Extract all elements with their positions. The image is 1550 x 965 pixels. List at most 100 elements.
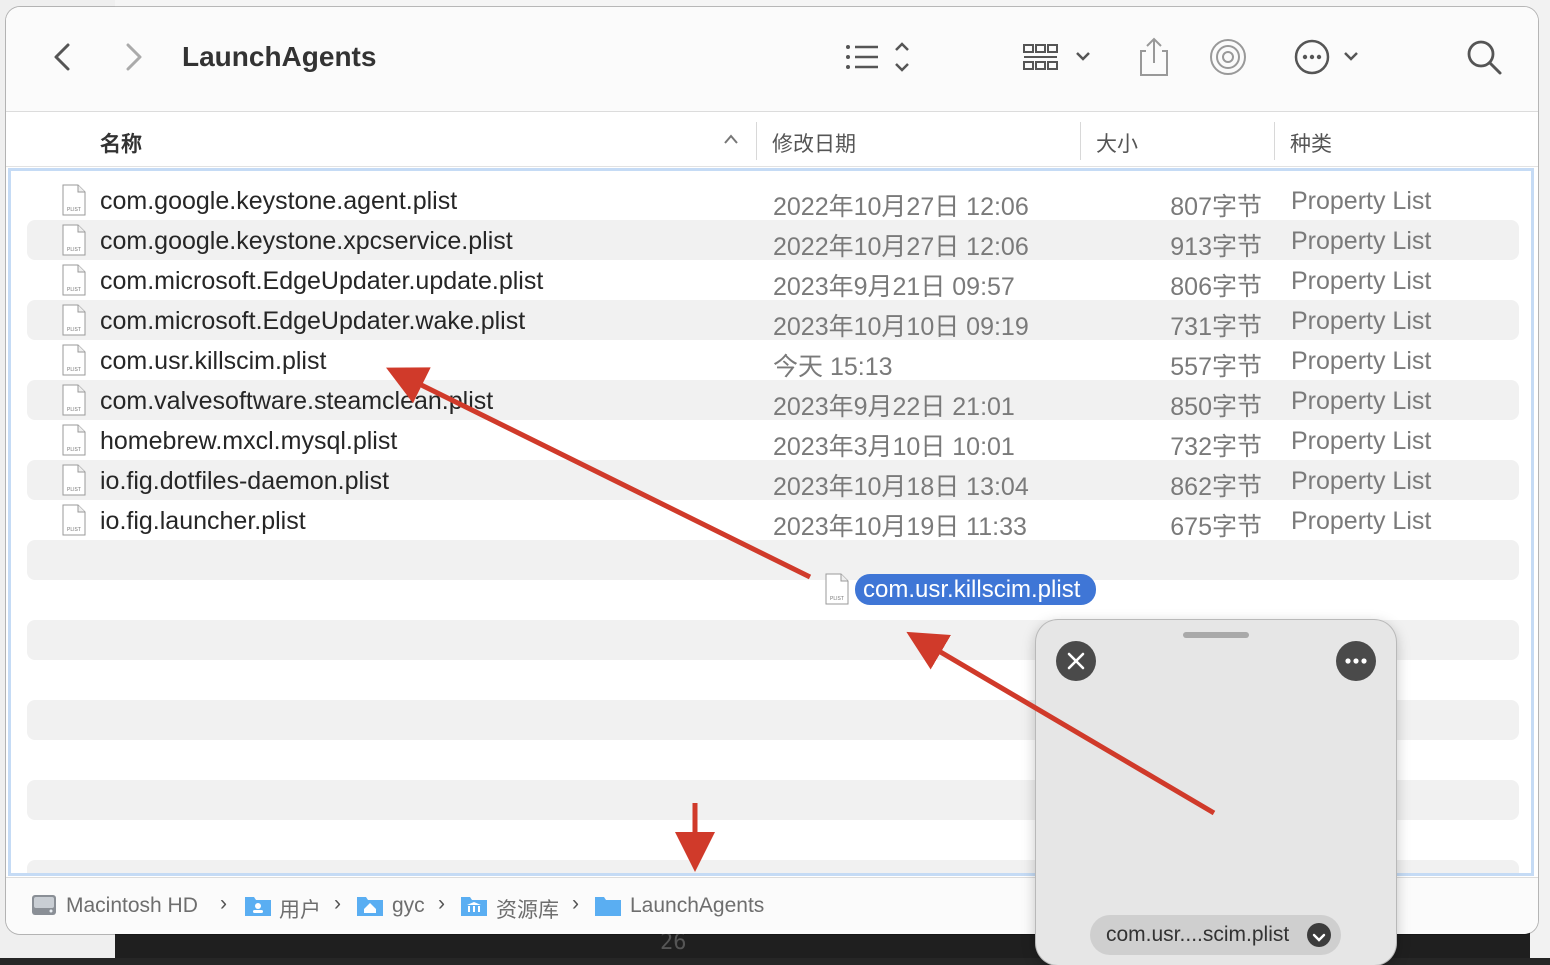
file-row[interactable]: PLIST com.usr.killscim.plist 今天 15:13 557字节… xyxy=(27,340,1519,381)
svg-text:PLIST: PLIST xyxy=(67,407,81,413)
home-folder-icon xyxy=(245,897,271,916)
chevron-right-icon: › xyxy=(572,892,579,915)
group-button[interactable] xyxy=(1022,35,1096,79)
file-name: com.google.keystone.agent.plist xyxy=(100,187,458,215)
chevron-right-icon: › xyxy=(334,892,341,915)
chevron-left-icon xyxy=(54,43,70,71)
file-size: 862字节 xyxy=(1170,473,1262,501)
path-item-launchagents[interactable]: LaunchAgents xyxy=(630,894,764,918)
column-header: 名称 修改日期 大小 种类 xyxy=(6,112,1538,167)
plist-file-icon: PLIST xyxy=(62,224,86,256)
preview-filename: com.usr....scim.plist xyxy=(1106,923,1290,946)
file-size: 913字节 xyxy=(1170,233,1262,261)
column-separator[interactable] xyxy=(1274,122,1275,160)
file-row[interactable]: PLIST com.microsoft.EdgeUpdater.update.pl… xyxy=(27,260,1519,301)
column-separator[interactable] xyxy=(1080,122,1081,160)
file-name: io.fig.launcher.plist xyxy=(100,507,306,535)
file-row[interactable]: PLIST io.fig.dotfiles-daemon.plist 2023年10… xyxy=(27,460,1519,501)
path-item-users[interactable]: 用户 xyxy=(279,894,321,924)
column-size-header[interactable]: 大小 xyxy=(1096,128,1138,158)
file-size: 732字节 xyxy=(1170,433,1262,461)
list-view-icon xyxy=(846,42,909,72)
airdrop-button[interactable] xyxy=(1206,35,1250,79)
close-icon xyxy=(1067,652,1085,670)
ellipsis-circle-icon xyxy=(1294,39,1358,75)
chevron-right-icon: › xyxy=(220,892,227,915)
svg-text:PLIST: PLIST xyxy=(67,447,81,453)
preview-filename-button[interactable]: com.usr....scim.plist xyxy=(1090,915,1342,955)
file-row[interactable]: PLIST io.fig.launcher.plist 2023年10月19日 11… xyxy=(27,500,1519,541)
file-date: 2023年9月22日 21:01 xyxy=(773,393,1015,421)
plist-file-icon: PLIST xyxy=(62,264,86,296)
file-date: 2023年10月10日 09:19 xyxy=(773,313,1029,341)
file-name: com.valvesoftware.steamclean.plist xyxy=(100,387,494,415)
file-date: 2023年10月18日 13:04 xyxy=(773,473,1029,501)
file-name: com.microsoft.EdgeUpdater.wake.plist xyxy=(100,307,526,335)
airdrop-icon xyxy=(1210,39,1246,75)
hard-drive-icon xyxy=(32,895,56,915)
file-date: 2022年10月27日 12:06 xyxy=(773,233,1029,261)
file-size: 557字节 xyxy=(1170,353,1262,381)
file-kind: Property List xyxy=(1291,507,1432,535)
column-date-header[interactable]: 修改日期 xyxy=(772,128,856,158)
file-name: io.fig.dotfiles-daemon.plist xyxy=(100,467,390,495)
svg-text:PLIST: PLIST xyxy=(67,287,81,293)
chevron-right-icon xyxy=(126,43,142,71)
file-kind: Property List xyxy=(1291,187,1432,215)
plist-file-icon: PLIST xyxy=(825,573,849,605)
window-title: LaunchAgents xyxy=(182,41,377,72)
svg-text:PLIST: PLIST xyxy=(67,367,81,373)
file-kind: Property List xyxy=(1291,387,1432,415)
view-list-button[interactable] xyxy=(842,35,918,79)
file-date: 今天 15:13 xyxy=(773,353,893,381)
file-row[interactable]: PLIST com.google.keystone.xpcservice.plis… xyxy=(27,220,1519,261)
library-folder-icon xyxy=(461,897,487,916)
file-row[interactable]: PLIST com.microsoft.EdgeUpdater.wake.plis… xyxy=(27,300,1519,341)
folder-icon xyxy=(595,897,621,916)
dragged-file-icon[interactable]: PLIST xyxy=(825,573,849,610)
file-kind: Property List xyxy=(1291,227,1432,255)
search-icon xyxy=(1467,40,1502,75)
forward-button[interactable] xyxy=(114,37,150,77)
file-size: 850字节 xyxy=(1170,393,1262,421)
share-button[interactable] xyxy=(1136,35,1172,79)
file-name: homebrew.mxcl.mysql.plist xyxy=(100,427,398,455)
path-item-gyc[interactable]: gyc xyxy=(392,894,425,918)
file-date: 2023年9月21日 09:57 xyxy=(773,273,1015,301)
file-kind: Property List xyxy=(1291,267,1432,295)
home-folder-icon xyxy=(357,897,383,916)
plist-file-icon: PLIST xyxy=(62,184,86,216)
ellipsis-icon xyxy=(1345,658,1367,664)
column-separator[interactable] xyxy=(756,122,757,160)
path-item-macintosh-hd[interactable]: Macintosh HD xyxy=(66,894,198,918)
search-button[interactable] xyxy=(1464,35,1504,79)
share-icon xyxy=(1140,37,1168,76)
more-button[interactable] xyxy=(1336,641,1376,681)
chevron-down-icon xyxy=(1307,923,1332,947)
svg-text:PLIST: PLIST xyxy=(67,207,81,213)
dragged-file-label[interactable]: com.usr.killscim.plist xyxy=(855,574,1097,605)
file-size: 806字节 xyxy=(1170,273,1262,301)
path-item-library[interactable]: 资源库 xyxy=(496,894,559,924)
file-kind: Property List xyxy=(1291,347,1432,375)
drag-handle[interactable] xyxy=(1183,632,1249,638)
more-actions-button[interactable] xyxy=(1292,35,1366,79)
file-date: 2023年3月10日 10:01 xyxy=(773,433,1015,461)
file-row[interactable]: PLIST com.valvesoftware.steamclean.plist 2… xyxy=(27,380,1519,421)
sort-ascending-icon[interactable] xyxy=(722,132,740,146)
back-button[interactable] xyxy=(46,37,82,77)
column-kind-header[interactable]: 种类 xyxy=(1290,128,1332,158)
plist-file-icon: PLIST xyxy=(62,504,86,536)
svg-text:PLIST: PLIST xyxy=(67,327,81,333)
svg-text:PLIST: PLIST xyxy=(67,247,81,253)
empty-row xyxy=(27,540,1519,580)
svg-text:PLIST: PLIST xyxy=(67,527,81,533)
close-button[interactable] xyxy=(1056,641,1096,681)
file-row[interactable]: PLIST homebrew.mxcl.mysql.plist 2023年3月10日… xyxy=(27,420,1519,461)
screenshot-preview-panel[interactable]: com.usr....scim.plist xyxy=(1036,620,1396,965)
file-row[interactable]: PLIST com.google.keystone.agent.plist 2022… xyxy=(27,180,1519,221)
svg-text:PLIST: PLIST xyxy=(830,596,844,602)
plist-file-icon: PLIST xyxy=(62,344,86,376)
column-name-header[interactable]: 名称 xyxy=(100,128,142,158)
file-size: 675字节 xyxy=(1170,513,1262,541)
